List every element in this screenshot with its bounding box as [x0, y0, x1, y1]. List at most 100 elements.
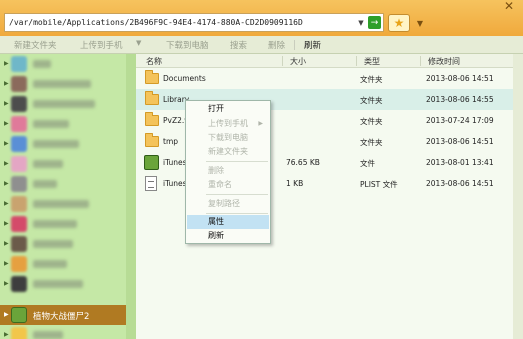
close-icon[interactable]: ✕: [498, 0, 520, 13]
column-header-modified[interactable]: 修改时间: [428, 56, 460, 67]
expand-arrow-icon[interactable]: ▶: [4, 60, 9, 67]
menu-item-delete[interactable]: 删除: [187, 164, 269, 178]
expand-arrow-icon[interactable]: ▶: [4, 160, 9, 167]
app-icon: [11, 96, 27, 112]
column-header-row: 名称 大小 类型 修改时间: [136, 54, 513, 68]
file-type: 文件夹: [360, 96, 383, 105]
plist-file-icon: [145, 176, 157, 191]
file-size: 76.65 KB: [286, 158, 320, 167]
list-item[interactable]: ▶: [0, 325, 136, 339]
column-header-type[interactable]: 类型: [364, 56, 380, 67]
go-arrow-icon[interactable]: →: [368, 16, 381, 29]
chevron-down-icon[interactable]: ▼: [412, 14, 428, 32]
list-item[interactable]: ▶: [0, 254, 136, 274]
app-icon: [11, 216, 27, 232]
expand-arrow-icon[interactable]: ▶: [4, 220, 9, 227]
list-item[interactable]: ▶: [0, 234, 136, 254]
column-divider[interactable]: [420, 56, 421, 66]
app-icon: [11, 116, 27, 132]
file-type: 文件: [360, 159, 375, 168]
expand-arrow-icon[interactable]: ▶: [4, 311, 9, 318]
menu-item-label: 上传到手机: [208, 119, 248, 128]
sidebar-item-label: 植物大战僵尸2: [33, 312, 90, 322]
app-icon: [11, 327, 27, 339]
download-to-pc-button[interactable]: 下载到电脑: [166, 39, 209, 51]
list-item[interactable]: ▶: [0, 214, 136, 234]
blurred-label: [33, 160, 63, 168]
expand-arrow-icon[interactable]: ▶: [4, 120, 9, 127]
file-size: 1 KB: [286, 179, 304, 188]
menu-item-new-folder[interactable]: 新建文件夹: [187, 145, 269, 159]
list-item[interactable]: ▶: [0, 154, 136, 174]
delete-button[interactable]: 删除: [268, 39, 285, 51]
menu-item-refresh[interactable]: 刷新: [187, 229, 269, 243]
folder-icon: [145, 112, 159, 126]
blurred-label: [33, 80, 91, 88]
expand-arrow-icon[interactable]: ▶: [4, 200, 9, 207]
expand-arrow-icon[interactable]: ▶: [4, 180, 9, 187]
column-divider[interactable]: [282, 56, 283, 66]
upload-to-phone-button[interactable]: 上传到手机: [80, 39, 123, 51]
new-folder-button[interactable]: 新建文件夹: [14, 39, 57, 51]
menu-item-upload-to-phone[interactable]: 上传到手机 ▶: [187, 117, 269, 131]
expand-arrow-icon[interactable]: ▶: [4, 80, 9, 87]
blurred-label: [33, 60, 51, 68]
column-header-size[interactable]: 大小: [290, 56, 306, 67]
title-bar: /var/mobile/Applications/2B496F9C-94E4-4…: [0, 0, 523, 36]
file-modified: 2013-08-06 14:51: [426, 137, 494, 146]
file-modified: 2013-07-24 17:09: [426, 116, 494, 125]
sidebar-item-selected[interactable]: ▶ 植物大战僵尸2: [0, 305, 126, 325]
expand-arrow-icon[interactable]: ▶: [4, 140, 9, 147]
file-modified: 2013-08-06 14:51: [426, 179, 494, 188]
file-name: Documents: [163, 74, 206, 83]
app-icon: [11, 236, 27, 252]
list-item[interactable]: ▶: [0, 134, 136, 154]
search-button[interactable]: 搜索: [230, 39, 247, 51]
expand-arrow-icon[interactable]: ▶: [4, 280, 9, 287]
menu-item-properties[interactable]: 属性: [187, 215, 269, 229]
chevron-down-icon[interactable]: ▼: [355, 15, 367, 30]
list-item[interactable]: ▶: [0, 74, 136, 94]
path-input[interactable]: /var/mobile/Applications/2B496F9C-94E4-4…: [4, 13, 384, 32]
file-list-scrollbar[interactable]: [513, 54, 523, 339]
file-type: 文件夹: [360, 138, 383, 147]
menu-divider: [206, 194, 268, 195]
expand-arrow-icon[interactable]: ▶: [4, 240, 9, 247]
list-item[interactable]: ▶: [0, 274, 136, 294]
column-divider[interactable]: [356, 56, 357, 66]
blurred-label: [33, 260, 67, 268]
column-header-name[interactable]: 名称: [146, 56, 162, 67]
blurred-label: [33, 220, 77, 228]
menu-item-copy-path[interactable]: 复制路径: [187, 197, 269, 211]
list-item[interactable]: ▶: [0, 94, 136, 114]
expand-arrow-icon[interactable]: ▶: [4, 100, 9, 107]
refresh-button[interactable]: 刷新: [304, 39, 321, 51]
app-icon: [11, 196, 27, 212]
blurred-label: [33, 140, 79, 148]
file-name: iTunes: [163, 158, 187, 167]
app-icon: [11, 56, 27, 72]
list-item[interactable]: ▶: [0, 114, 136, 134]
menu-item-rename[interactable]: 重命名: [187, 178, 269, 192]
menu-item-download-to-pc[interactable]: 下载到电脑: [187, 131, 269, 145]
expand-arrow-icon[interactable]: ▶: [4, 260, 9, 267]
chevron-down-icon[interactable]: ▼: [136, 39, 141, 47]
app-icon: [11, 276, 27, 292]
file-modified: 2013-08-01 13:41: [426, 158, 494, 167]
context-menu: 打开 上传到手机 ▶ 下载到电脑 新建文件夹 删除 重命名 复制路径 属性 刷新: [185, 100, 271, 244]
menu-divider: [206, 213, 268, 214]
file-name: tmp: [163, 137, 179, 146]
sidebar-scrollbar[interactable]: [126, 54, 136, 339]
list-item[interactable]: ▶: [0, 54, 136, 74]
star-icon[interactable]: ★: [388, 14, 410, 32]
blurred-label: [33, 331, 63, 339]
list-item[interactable]: ▶: [0, 174, 136, 194]
folder-icon: [145, 91, 159, 105]
table-row[interactable]: Documents 文件夹 2013-08-06 14:51: [136, 68, 513, 89]
expand-arrow-icon[interactable]: ▶: [4, 331, 9, 338]
folder-icon: [145, 70, 159, 84]
menu-item-open[interactable]: 打开: [187, 102, 269, 116]
submenu-arrow-icon: ▶: [258, 120, 263, 127]
list-item[interactable]: ▶: [0, 194, 136, 214]
blurred-label: [33, 240, 73, 248]
